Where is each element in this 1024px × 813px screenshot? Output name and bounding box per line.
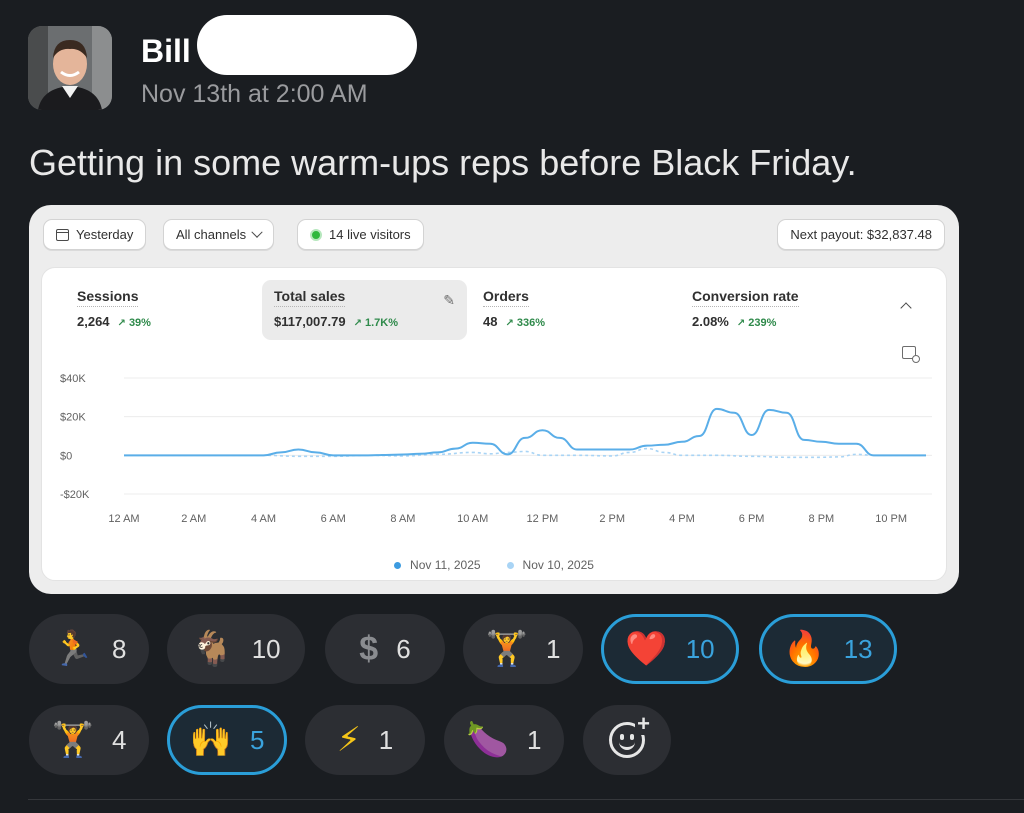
reaction-pill[interactable]: 🏋 4 [29,705,149,775]
channel-filter-button[interactable]: All channels [163,219,275,250]
reaction-emoji-icon: 🙌 [189,720,232,760]
metric-label: Total sales [274,288,346,307]
metric-sessions[interactable]: Sessions 2,264 ↗ 39% [65,280,270,340]
x-tick-label: 12 AM [108,513,139,525]
metric-change: ↗ 1.7K% [353,317,398,329]
x-tick-label: 4 PM [669,513,695,525]
reaction-pill[interactable]: 🔥 13 [759,614,897,684]
reaction-pill[interactable]: 🏃 8 [29,614,149,684]
live-visitors-label: 14 live visitors [329,227,411,242]
live-visitors-button[interactable]: 14 live visitors [297,219,424,250]
x-tick-label: 10 PM [875,513,907,525]
metric-conversion-rate[interactable]: Conversion rate 2.08% ↗ 239% [680,280,885,340]
reaction-emoji-icon: ⚡ [336,720,361,760]
reaction-count: 8 [111,633,127,664]
x-tick-label: 2 PM [599,513,625,525]
metric-total-sales[interactable]: Total sales $117,007.79 ↗ 1.7K% ✎ [262,280,467,340]
pencil-icon[interactable]: ✎ [443,292,455,309]
trend-up-icon: ↗ [353,318,362,329]
date-filter-button[interactable]: Yesterday [43,219,147,250]
series-line-nov-11 [124,407,926,457]
metric-label: Sessions [77,288,139,307]
reaction-count: 4 [111,724,127,755]
reaction-count: 1 [545,633,561,664]
reaction-count: 13 [843,633,873,664]
metric-change: ↗ 336% [505,317,545,329]
reaction-count: 1 [378,724,394,755]
metric-label: Conversion rate [692,288,799,307]
x-tick-label: 8 PM [809,513,835,525]
y-tick-label: $20K [60,412,86,424]
message-text: Getting in some warm-ups reps before Bla… [29,142,857,183]
reaction-emoji-icon: 🍆 [466,720,509,760]
metric-change: ↗ 239% [736,317,777,329]
avatar-image [28,26,112,110]
reaction-pill[interactable]: 🐐 10 [167,614,305,684]
sales-chart: $40K $20K $0 -$20K 12 AM 2 AM 4 AM 6 AM 8 AM 10 A… [60,373,932,525]
trend-up-icon: ↗ [736,318,746,329]
metric-value: $117,007.79 [274,314,346,329]
legend-dot [506,561,514,569]
reaction-count: 6 [396,633,411,664]
chevron-down-icon [251,226,263,238]
x-tick-label: 4 AM [251,513,276,525]
metric-value: 2,264 [77,314,110,329]
legend-dot [394,561,402,569]
add-reaction-icon: + [609,713,652,758]
legend-item[interactable]: Nov 10, 2025 [506,558,594,572]
reaction-count: 1 [526,724,542,755]
reaction-pill[interactable]: 🏋 1 [463,614,583,684]
y-tick-label: $40K [60,373,86,385]
x-tick-label: 12 PM [527,513,559,525]
next-payout-button[interactable]: Next payout: $32,837.48 [777,219,945,250]
channel-filter-label: All channels [176,227,247,242]
avatar[interactable] [28,26,112,110]
collapse-caret-icon[interactable] [900,302,912,314]
add-reaction-button[interactable]: + [583,705,671,775]
reaction-pill[interactable]: ⚡ 1 [305,705,425,775]
x-tick-label: 6 AM [321,513,346,525]
reaction-pill[interactable]: 🙌 5 [167,705,287,775]
metric-change: ↗ 39% [117,317,151,329]
metric-value: 48 [483,314,498,329]
legend-label: Nov 10, 2025 [522,558,594,572]
metric-orders[interactable]: Orders 48 ↗ 336% [471,280,676,340]
x-tick-label: 6 PM [739,513,765,525]
legend-label: Nov 11, 2025 [410,558,481,572]
chart-legend: Nov 11, 2025 Nov 10, 2025 [42,558,946,572]
trend-up-icon: ↗ [117,318,126,329]
next-payout-label: Next payout: $32,837.48 [790,227,932,242]
reaction-emoji-icon: 🔥 [783,629,826,669]
reaction-emoji-icon: 🐐 [191,629,234,669]
x-tick-label: 8 AM [390,513,415,525]
reaction-emoji-icon: 🏋 [51,720,94,760]
author-name[interactable]: Bill [141,33,191,70]
reaction-pill[interactable]: $6 [325,614,445,684]
attached-image[interactable]: Yesterday All channels 14 live visitors … [29,205,959,594]
reaction-pill[interactable]: ❤️ 10 [601,614,739,684]
reaction-emoji-icon: 🏋 [485,629,528,669]
reaction-emoji-icon: 🏃 [51,629,94,669]
calendar-icon [56,228,69,241]
reaction-count: 10 [685,633,715,664]
reaction-count: 10 [251,633,281,664]
y-tick-label: -$20K [60,489,90,501]
message-divider [28,799,1024,800]
x-tick-label: 10 AM [457,513,488,525]
legend-item[interactable]: Nov 11, 2025 [394,558,481,572]
reaction-pill[interactable]: 🍆 1 [444,705,564,775]
reaction-count: 5 [249,724,265,755]
trend-up-icon: ↗ [505,318,514,329]
x-tick-label: 2 AM [181,513,206,525]
date-filter-label: Yesterday [76,227,134,242]
metric-value: 2.08% [692,314,729,329]
metric-label: Orders [483,288,529,307]
metrics-card: Sessions 2,264 ↗ 39% Total sales $117,007… [41,267,947,581]
redaction-mark [197,15,417,75]
y-tick-label: $0 [60,450,72,462]
reaction-emoji-icon: ❤️ [625,629,668,669]
message-timestamp[interactable]: Nov 13th at 2:00 AM [141,80,368,109]
reaction-emoji-icon: $ [359,630,379,668]
live-status-icon [310,228,322,241]
